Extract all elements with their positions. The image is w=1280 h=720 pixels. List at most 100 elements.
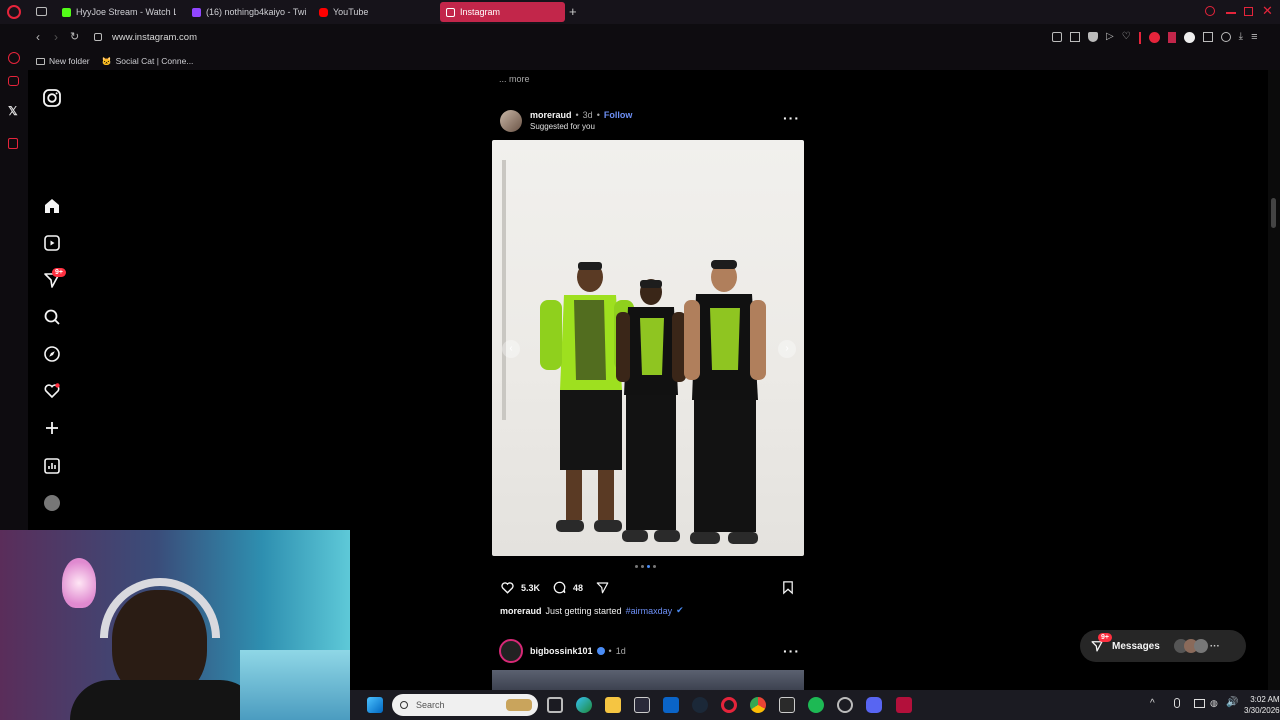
display-icon[interactable] <box>1194 699 1205 708</box>
extension-red-icon[interactable] <box>1167 32 1176 43</box>
carousel-next-icon[interactable]: › <box>778 340 796 358</box>
workspace-icon[interactable] <box>8 76 19 86</box>
profile-icon[interactable] <box>1220 32 1231 42</box>
forward-icon[interactable]: › <box>54 30 58 44</box>
tab-instagram[interactable]: Instagram <box>440 2 565 22</box>
like-count[interactable]: 5.3K <box>521 583 540 593</box>
close-window-button[interactable]: ✕ <box>1262 3 1273 19</box>
network-icon[interactable]: ◍ <box>1210 698 1218 709</box>
follow-button[interactable]: Follow <box>604 110 633 120</box>
file-explorer-icon[interactable] <box>605 697 621 713</box>
post2-time: 1d <box>615 646 626 656</box>
create-icon[interactable] <box>42 418 62 438</box>
like-icon[interactable] <box>500 580 515 595</box>
play-icon[interactable]: ▷ <box>1106 32 1114 44</box>
home-icon[interactable] <box>42 196 62 216</box>
back-icon[interactable]: ‹ <box>36 30 40 44</box>
new-tab-button[interactable]: + <box>569 4 577 19</box>
app-icon[interactable] <box>837 697 853 713</box>
search-icon <box>400 701 408 709</box>
spotify-icon[interactable] <box>808 697 824 713</box>
verified-icon <box>596 647 605 655</box>
comment-count[interactable]: 48 <box>573 583 583 593</box>
windows-start-icon[interactable] <box>367 697 383 713</box>
url-field[interactable]: www.instagram.com <box>112 32 197 43</box>
search-tabs-icon[interactable] <box>1205 6 1215 16</box>
caption-more-link[interactable]: ... more <box>499 74 530 84</box>
post2-options-icon[interactable]: ··· <box>783 643 800 659</box>
tray-chevron-icon[interactable]: ^ <box>1150 698 1155 709</box>
save-icon[interactable] <box>781 580 795 595</box>
heart-icon[interactable]: ♡ <box>1122 32 1131 44</box>
profile-avatar[interactable] <box>44 495 60 511</box>
reels-icon[interactable] <box>42 233 62 253</box>
reload-icon[interactable]: ↻ <box>70 30 79 43</box>
download-icon[interactable]: ⤓ <box>1239 32 1243 44</box>
page-scrollbar[interactable] <box>1268 70 1280 690</box>
adblock-icon[interactable] <box>1148 32 1160 43</box>
x-twitter-icon[interactable]: 𝕏 <box>8 104 18 118</box>
carousel-prev-icon[interactable]: ‹ <box>502 340 520 358</box>
post2-username[interactable]: bigbossink101 <box>530 646 593 656</box>
bookmark-new-folder[interactable]: New folder <box>36 56 90 66</box>
dashboard-icon[interactable] <box>42 456 62 476</box>
post2-image[interactable] <box>492 670 804 690</box>
pinboard-icon[interactable] <box>8 138 18 149</box>
extensions-icon[interactable] <box>1202 32 1213 42</box>
comment-icon[interactable] <box>552 580 567 595</box>
post-image[interactable]: ‹ › <box>492 140 804 556</box>
outlook-icon[interactable] <box>663 697 679 713</box>
discord-icon[interactable] <box>866 697 882 713</box>
share-icon[interactable] <box>595 580 610 595</box>
carousel-dots <box>635 565 656 568</box>
chrome-icon[interactable] <box>750 697 766 713</box>
messages-badge: 9+ <box>1098 633 1112 642</box>
microphone-icon[interactable] <box>1174 698 1180 708</box>
pin-icon[interactable] <box>1052 32 1062 42</box>
post2-avatar[interactable] <box>499 639 523 663</box>
tab-youtube[interactable]: YouTube <box>313 2 433 22</box>
post-options-icon[interactable]: ··· <box>783 110 800 126</box>
snapshot-icon[interactable] <box>1070 32 1080 42</box>
folder-icon <box>36 57 45 65</box>
scrollbar-thumb[interactable] <box>1271 198 1276 228</box>
tab-twitch[interactable]: (16) nothingb4kaiyo - Twi <box>186 2 306 22</box>
menu-icon[interactable]: ≡ <box>1251 32 1257 44</box>
post-avatar[interactable] <box>500 110 522 132</box>
taskbar-search[interactable]: Search <box>392 694 538 716</box>
bookmark-social-cat[interactable]: 🐱 Social Cat | Conne... <box>102 56 194 66</box>
messages-button[interactable]: 9+ Messages ··· <box>1080 630 1246 662</box>
edge-icon[interactable] <box>576 697 592 713</box>
aria-icon[interactable] <box>8 52 20 64</box>
extension-s-icon[interactable] <box>1183 32 1195 43</box>
maximize-button[interactable] <box>1244 7 1253 16</box>
dot-active <box>647 565 650 568</box>
check-icon: ✔ <box>676 605 684 615</box>
volume-icon[interactable]: 🔊 <box>1226 697 1238 708</box>
caption-hashtag[interactable]: #airmaxday <box>626 606 673 616</box>
tab-overview-icon[interactable] <box>36 7 47 16</box>
search-icon[interactable] <box>42 307 62 327</box>
opera-taskbar-icon[interactable] <box>721 697 737 713</box>
webcam-overlay <box>0 530 350 720</box>
opera-logo-icon[interactable] <box>7 5 21 19</box>
minimize-button[interactable] <box>1226 12 1236 14</box>
steam-icon[interactable] <box>692 697 708 713</box>
notifications-icon[interactable] <box>42 381 62 401</box>
caption-username[interactable]: moreraud <box>500 606 542 616</box>
bookmarks-bar: New folder 🐱 Social Cat | Conne... <box>28 52 1280 70</box>
tab-kick[interactable]: HyyJoe Stream - Watch Li <box>56 2 176 22</box>
caption-text: Just getting started <box>545 605 622 616</box>
explore-icon[interactable] <box>42 344 62 364</box>
epic-games-icon[interactable] <box>779 697 795 713</box>
adobe-app-icon[interactable] <box>896 697 912 713</box>
shield-icon[interactable] <box>1088 32 1098 42</box>
dot <box>653 565 656 568</box>
clock[interactable]: 3:02 AM 3/30/2026 <box>1244 694 1280 716</box>
address-bar: ‹ › ↻ www.instagram.com ▷ ♡ ⤓ ≡ <box>28 24 1280 52</box>
instagram-logo-icon[interactable] <box>42 88 62 108</box>
store-icon[interactable] <box>634 697 650 713</box>
task-view-icon[interactable] <box>547 697 563 713</box>
dot <box>635 565 638 568</box>
post-username[interactable]: moreraud <box>530 110 572 120</box>
